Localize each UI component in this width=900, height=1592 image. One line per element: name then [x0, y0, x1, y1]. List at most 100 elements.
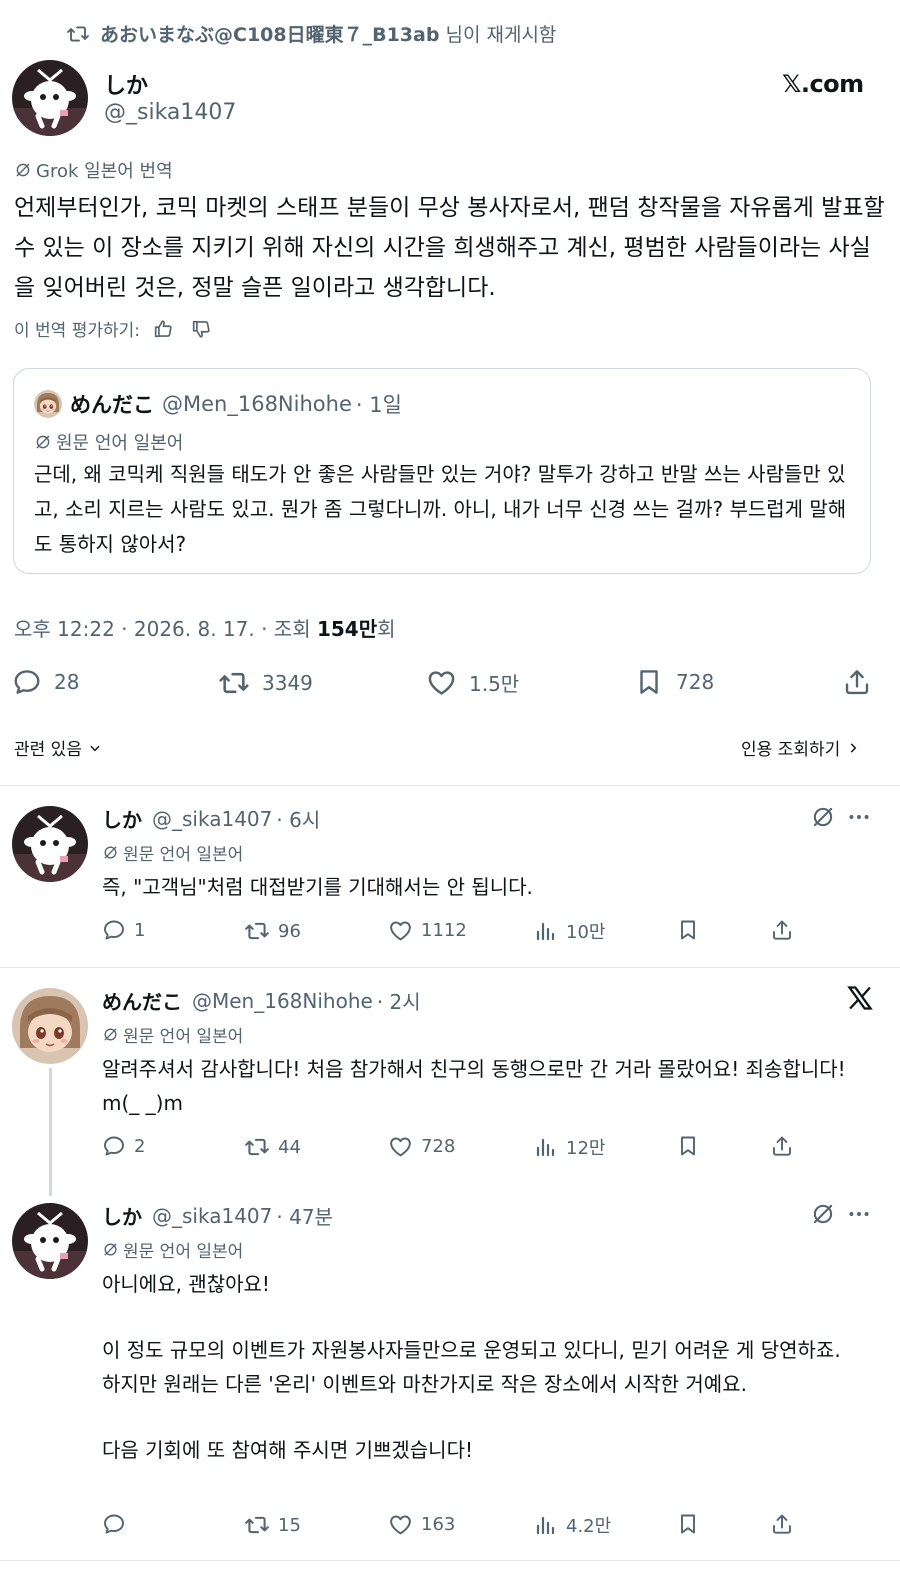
- share-icon[interactable]: [770, 1512, 794, 1536]
- retweet-suffix: 님이 재게시함: [439, 24, 557, 46]
- reply-text: 알려주셔서 감사합니다! 처음 참가해서 친구의 동행으로만 간 거라 몰랐어요…: [102, 1057, 846, 1115]
- bookmark-icon[interactable]: [676, 918, 700, 942]
- avatar[interactable]: [12, 1203, 88, 1279]
- view-count: 154만: [316, 617, 378, 641]
- translate-icon[interactable]: [810, 1201, 836, 1227]
- heart-icon: [388, 1512, 413, 1537]
- reply-paragraph: 아니에요, 괜찮아요!: [102, 1272, 270, 1296]
- repost-icon: [244, 1512, 270, 1538]
- bookmark-button[interactable]: 728: [634, 667, 714, 697]
- share-button[interactable]: [842, 667, 884, 697]
- avatar[interactable]: [12, 988, 88, 1064]
- thumbs-up-icon[interactable]: [152, 318, 174, 340]
- reply-button[interactable]: [102, 1512, 134, 1536]
- reply-author-name[interactable]: しか: [102, 1201, 142, 1230]
- reply-icon: [12, 667, 42, 697]
- views-button[interactable]: 10만: [534, 918, 605, 944]
- bookmark-icon[interactable]: [676, 1134, 700, 1158]
- reply-paragraph: 다음 기회에 또 참여해 주시면 기쁘겠습니다!: [102, 1438, 474, 1462]
- reply-button[interactable]: 1: [102, 918, 145, 942]
- views-icon: [534, 1135, 558, 1159]
- reply-author-handle[interactable]: @_sika1407: [152, 1204, 272, 1228]
- retweet-context[interactable]: あおいまなぶ@C108日曜東７_B13ab 님이 재게시함: [66, 20, 556, 47]
- reply-paragraph: 이 정도 규모의 이벤트가 자원봉사자들만으로 운영되고 있다니, 믿기 어려운…: [102, 1338, 841, 1362]
- translate-icon: [102, 1241, 119, 1258]
- repost-icon: [244, 918, 270, 944]
- like-button[interactable]: 1112: [388, 918, 467, 943]
- related-dropdown[interactable]: 관련 있음: [14, 735, 102, 760]
- retweet-icon: [66, 22, 90, 46]
- reply-button[interactable]: 2: [102, 1134, 145, 1158]
- repost-button[interactable]: 15: [244, 1512, 301, 1538]
- translate-icon: [14, 161, 32, 179]
- heart-icon: [388, 918, 413, 943]
- like-button[interactable]: 1.5만: [426, 667, 519, 698]
- share-icon[interactable]: [770, 918, 794, 942]
- reply-original-language: 원문 언어 일본어: [102, 1022, 243, 1047]
- heart-icon: [426, 667, 457, 698]
- reply-original-language: 원문 언어 일본어: [102, 840, 243, 865]
- repost-button[interactable]: 44: [244, 1134, 301, 1160]
- reply-time: · 6시: [276, 808, 321, 832]
- chevron-down-icon: [88, 741, 102, 755]
- views-icon: [534, 919, 558, 943]
- translate-icon: [34, 433, 52, 451]
- views-button[interactable]: 4.2만: [534, 1512, 611, 1538]
- quote-author-handle: @Men_168Nihohe: [162, 392, 352, 416]
- heart-icon: [388, 1134, 413, 1159]
- chevron-right-icon: [846, 741, 860, 755]
- like-button[interactable]: 728: [388, 1134, 455, 1159]
- quote-text: 근데, 왜 코믹케 직원들 태도가 안 좋은 사람들만 있는 거야? 말투가 강…: [34, 462, 847, 556]
- reply-time: · 47분: [276, 1205, 333, 1229]
- view-quotes-link[interactable]: 인용 조회하기: [741, 735, 860, 760]
- repost-icon: [244, 1134, 270, 1160]
- reply-header: しか @_sika1407 · 47분: [102, 1201, 333, 1230]
- quote-author-name: めんだこ: [70, 393, 154, 417]
- author-name[interactable]: しか: [104, 68, 148, 100]
- more-icon[interactable]: [846, 804, 872, 830]
- reply-icon: [102, 1134, 126, 1158]
- quote-avatar: [34, 390, 62, 418]
- grok-translation-label: Grok 일본어 번역: [14, 157, 173, 183]
- tweet-meta: 오후 12:22 · 2026. 8. 17. · 조회 154만회: [14, 617, 396, 641]
- reply-icon: [102, 918, 126, 942]
- share-icon[interactable]: [770, 1134, 794, 1158]
- quote-header: めんだこ @Men_168Nihohe · 1일: [34, 389, 402, 419]
- reply-author-name[interactable]: しか: [102, 804, 142, 833]
- reply-time: · 2시: [376, 990, 421, 1014]
- bookmark-icon: [634, 667, 664, 697]
- reply-text: 즉, "고객님"처럼 대접받기를 기대해서는 안 됩니다.: [102, 875, 533, 899]
- avatar[interactable]: [12, 60, 88, 136]
- reply-icon: [102, 1512, 126, 1536]
- reply-button[interactable]: 28: [12, 667, 79, 697]
- views-button[interactable]: 12만: [534, 1134, 605, 1160]
- reposter-name: あおいまなぶ@C108日曜東７_B13ab: [100, 24, 440, 46]
- translate-icon: [102, 844, 119, 861]
- reply-header: めんだこ @Men_168Nihohe · 2시: [102, 986, 421, 1015]
- reply-text: 아니에요, 괜찮아요! 이 정도 규모의 이벤트가 자원봉사자들만으로 운영되고…: [102, 1267, 882, 1467]
- views-icon: [534, 1513, 558, 1537]
- like-button[interactable]: 163: [388, 1512, 455, 1537]
- more-icon[interactable]: [846, 1201, 872, 1227]
- avatar[interactable]: [12, 806, 88, 882]
- x-logo: 𝕏.com: [782, 70, 864, 98]
- quote-time: · 1일: [355, 393, 402, 417]
- reply-header: しか @_sika1407 · 6시: [102, 804, 320, 833]
- tweet-text: 언제부터인가, 코믹 마켓의 스태프 분들이 무상 봉사자로서, 팬덤 창작물을…: [14, 195, 885, 301]
- bookmark-icon[interactable]: [676, 1512, 700, 1536]
- repost-icon: [218, 667, 250, 699]
- author-handle[interactable]: @_sika1407: [104, 100, 236, 125]
- repost-button[interactable]: 96: [244, 918, 301, 944]
- reply-author-handle[interactable]: @_sika1407: [152, 807, 272, 831]
- reply-author-name[interactable]: めんだこ: [102, 986, 182, 1015]
- translate-icon[interactable]: [810, 804, 836, 830]
- repost-button[interactable]: 3349: [218, 667, 313, 699]
- rate-translation: 이 번역 평가하기:: [14, 316, 212, 341]
- reply-original-language: 원문 언어 일본어: [102, 1237, 243, 1262]
- share-icon: [842, 667, 872, 697]
- thumbs-down-icon[interactable]: [190, 318, 212, 340]
- quote-original-language: 원문 언어 일본어: [34, 429, 183, 455]
- quoted-tweet[interactable]: めんだこ @Men_168Nihohe · 1일 원문 언어 일본어 근데, 왜…: [13, 368, 871, 574]
- reply-author-handle[interactable]: @Men_168Nihohe: [192, 989, 373, 1013]
- translate-icon: [102, 1026, 119, 1043]
